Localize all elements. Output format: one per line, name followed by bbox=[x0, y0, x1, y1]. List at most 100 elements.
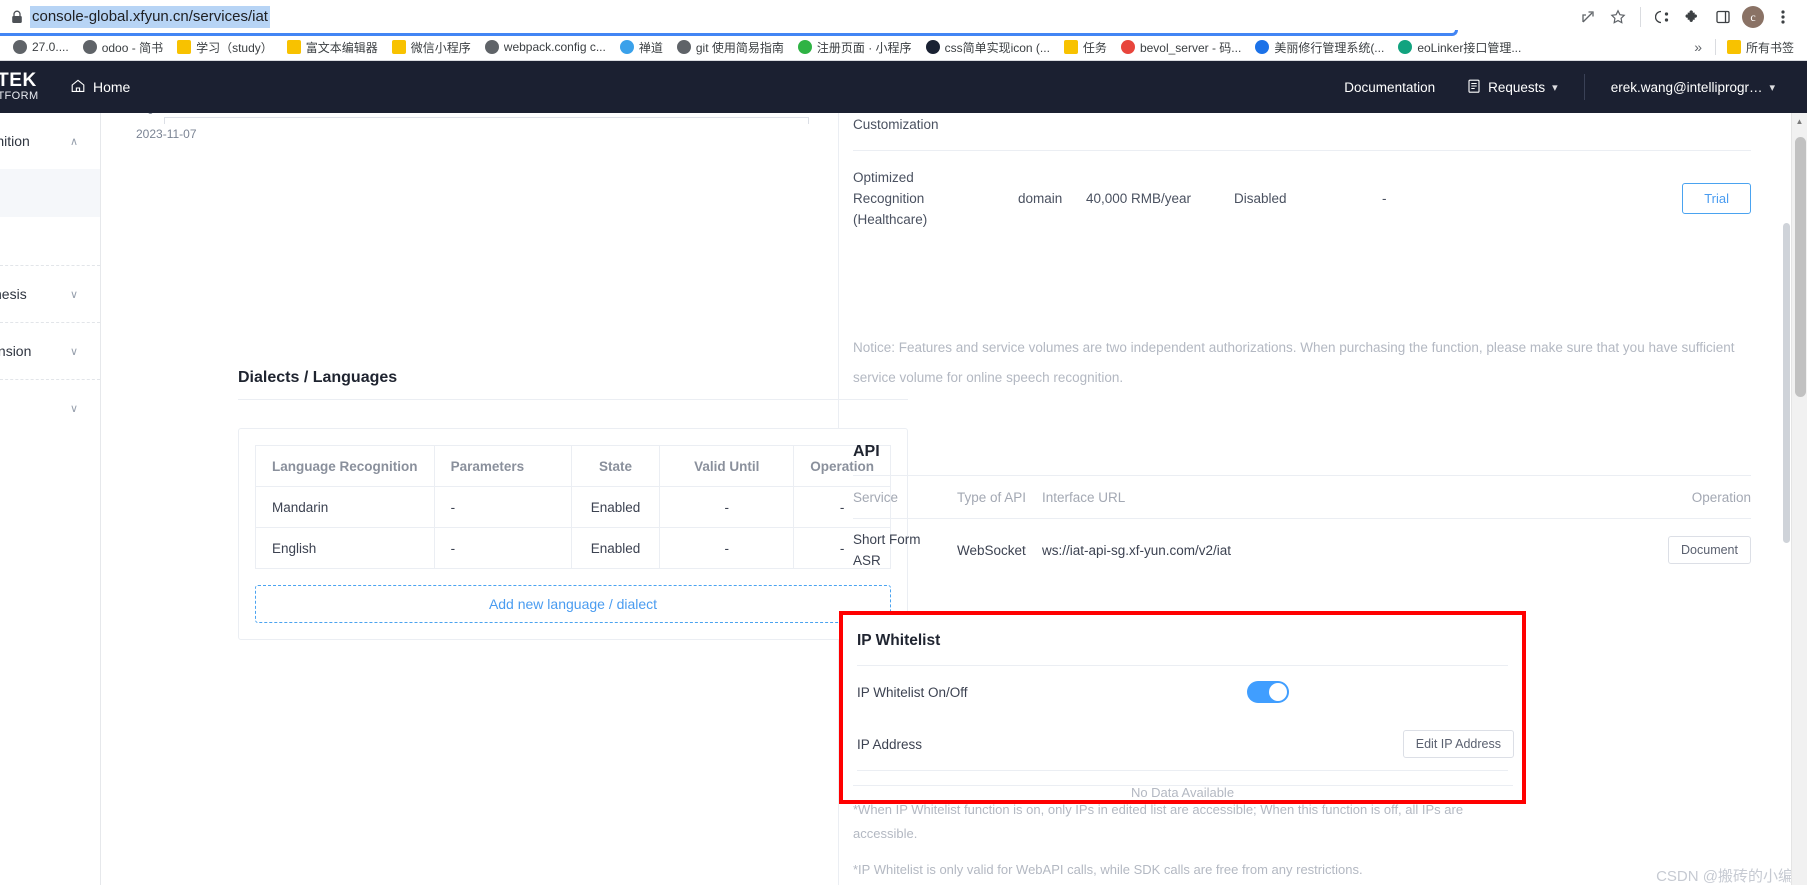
omnibox-actions: c bbox=[1574, 3, 1797, 31]
bookmark-label: 微信小程序 bbox=[410, 40, 471, 55]
bookmark-item[interactable]: eoLinker接口管理... bbox=[1391, 37, 1528, 58]
browser-scrollbar[interactable]: ▲ bbox=[1791, 113, 1807, 885]
inner-scrollbar-thumb[interactable] bbox=[1783, 223, 1790, 543]
address-bar[interactable]: console-global.xfyun.cn/services/iat bbox=[30, 4, 1574, 30]
api-service-line1: Short Form bbox=[853, 532, 921, 547]
feature-name-clipped: Customization bbox=[853, 117, 939, 132]
account-menu[interactable]: erek.wang@intelliprogr… ▾ bbox=[1595, 80, 1791, 95]
sidebar-item-expansion[interactable]: Expansion ∨ bbox=[0, 323, 100, 379]
toggle-knob bbox=[1269, 683, 1287, 701]
dialects-section: Dialects / Languages Language Recognitio… bbox=[238, 369, 908, 664]
dialects-table: Language Recognition Parameters State Va… bbox=[255, 445, 891, 569]
zentao-icon bbox=[619, 40, 634, 54]
bookmarks-overflow-button[interactable]: » bbox=[1685, 37, 1711, 57]
column-state: State bbox=[570, 445, 661, 487]
requests-label: Requests bbox=[1488, 79, 1546, 95]
sidebar-item-sr[interactable]: SR bbox=[0, 217, 100, 265]
bookmark-item[interactable]: 学习（study） bbox=[170, 37, 280, 58]
green-dot-icon bbox=[797, 40, 812, 54]
brand-logo-line2: LATFORM bbox=[0, 90, 39, 103]
ip-whitelist-footnotes: *When IP Whitelist function is on, only … bbox=[853, 785, 1513, 885]
inner-scrollbar[interactable] bbox=[1783, 113, 1790, 885]
add-language-dialect-button[interactable]: Add new language / dialect bbox=[255, 585, 891, 623]
trial-button[interactable]: Trial bbox=[1682, 183, 1751, 214]
extensions-icon[interactable] bbox=[1649, 3, 1677, 31]
cell-parameters: - bbox=[433, 486, 572, 528]
chevron-down-icon: ▾ bbox=[1769, 81, 1775, 94]
cell-language: English bbox=[255, 527, 435, 569]
puzzle-piece-icon[interactable] bbox=[1679, 3, 1707, 31]
bookmark-item[interactable]: 注册页面 · 小程序 bbox=[791, 37, 919, 58]
sidebar-item-n-asr[interactable]: n ASR bbox=[0, 169, 100, 217]
browser-omnibox-bar: console-global.xfyun.cn/services/iat c bbox=[0, 0, 1807, 36]
globe-icon bbox=[82, 40, 97, 54]
chevron-down-icon: ∨ bbox=[69, 288, 78, 301]
bookmark-label: 27.0.... bbox=[32, 40, 69, 54]
sidebar: ecognition ∧ n ASRSR Synthesis ∨ Expansion ∨ ∨ bbox=[0, 113, 101, 885]
bookmark-item[interactable]: 27.0.... bbox=[6, 38, 76, 56]
bookmark-label: 美丽修行管理系统(... bbox=[1274, 40, 1385, 55]
ip-address-actions: Edit IP Address bbox=[1402, 730, 1522, 758]
bookmark-item[interactable]: 微信小程序 bbox=[385, 37, 478, 58]
api-operation: Document bbox=[1668, 536, 1751, 564]
api-url: ws://iat-api-sg.xf-yun.com/v2/iat bbox=[1042, 542, 1232, 558]
sidebar-item-ecognition[interactable]: ecognition ∧ bbox=[0, 113, 100, 169]
app-body: ecognition∧n ASRSRSynthesis∨Expansion∨∨ … bbox=[0, 113, 1807, 885]
feature-name-line2: Recognition bbox=[853, 191, 925, 206]
side-panel-icon[interactable] bbox=[1709, 3, 1737, 31]
document-button[interactable]: Document bbox=[1668, 536, 1751, 564]
teal-dot-icon bbox=[1398, 40, 1413, 54]
share-icon[interactable] bbox=[1574, 3, 1602, 31]
bookmark-label: 禅道 bbox=[638, 40, 663, 55]
avatar[interactable]: c bbox=[1739, 3, 1767, 31]
bookmark-item[interactable]: 美丽修行管理系统(... bbox=[1248, 37, 1391, 58]
bookmark-item[interactable]: webpack.config c... bbox=[478, 38, 613, 56]
add-language-dialect-label: Add new language / dialect bbox=[488, 596, 658, 612]
documentation-link[interactable]: Documentation bbox=[1328, 80, 1451, 95]
bookmark-item[interactable]: css简单实现icon (... bbox=[919, 37, 1057, 58]
sidebar-item-synthesis[interactable]: Synthesis ∨ bbox=[0, 266, 100, 322]
folder-icon bbox=[286, 40, 301, 54]
home-label: Home bbox=[93, 79, 131, 95]
bookmark-item[interactable]: bevol_server - 码... bbox=[1114, 37, 1248, 58]
bookmark-label: odoo - 简书 bbox=[101, 40, 164, 55]
bookmark-label: 任务 bbox=[1082, 40, 1107, 55]
api-column-operation: Operation bbox=[1691, 489, 1751, 505]
sidebar-item-unnamed[interactable]: ∨ bbox=[0, 380, 100, 436]
browser-scrollbar-thumb[interactable] bbox=[1795, 137, 1806, 397]
table-row: Mandarin - Enabled - - bbox=[255, 486, 891, 528]
api-table-header-row: Service Type of API Interface URL Operat… bbox=[839, 476, 1807, 518]
api-service-line2: ASR bbox=[853, 553, 881, 568]
bookmark-item[interactable]: 禅道 bbox=[613, 37, 670, 58]
folder-icon bbox=[1726, 40, 1741, 54]
browser-chrome: console-global.xfyun.cn/services/iat c 2… bbox=[0, 0, 1807, 61]
feature-price: 40,000 RMB/year bbox=[1086, 191, 1192, 206]
bookmark-item[interactable]: odoo - 简书 bbox=[76, 37, 170, 58]
scroll-up-arrow[interactable]: ▲ bbox=[1792, 113, 1807, 129]
column-valid-until: Valid Until bbox=[659, 445, 795, 487]
url-text[interactable]: console-global.xfyun.cn/services/iat bbox=[30, 6, 270, 28]
all-bookmarks-button[interactable]: 所有书签 bbox=[1720, 37, 1801, 58]
feature-name-line1: Optimized bbox=[853, 170, 914, 185]
api-column-service: Service bbox=[853, 489, 899, 505]
ip-whitelist-panel: IP Whitelist IP Whitelist On/Off IP Addr… bbox=[839, 611, 1526, 804]
api-service: Short Form ASR bbox=[853, 529, 957, 571]
chart-x-date-label: 2023-11-07 bbox=[136, 127, 197, 141]
home-link[interactable]: Home bbox=[70, 78, 130, 97]
bookmark-item[interactable]: git 使用简易指南 bbox=[670, 37, 791, 58]
bookmark-item[interactable]: 富文本编辑器 bbox=[280, 37, 385, 58]
features-table: Customization Optimized Recognition (Hea… bbox=[839, 113, 1807, 246]
requests-menu[interactable]: Requests ▾ bbox=[1451, 78, 1574, 97]
sidebar-item-label: Synthesis bbox=[0, 286, 27, 302]
three-dot-menu-icon[interactable] bbox=[1769, 3, 1797, 31]
bookmark-item[interactable]: 任务 bbox=[1057, 37, 1114, 58]
edit-ip-address-button[interactable]: Edit IP Address bbox=[1402, 730, 1514, 758]
cell-valid-until: - bbox=[659, 527, 795, 569]
bookmark-label: 注册页面 · 小程序 bbox=[816, 40, 912, 55]
account-label: erek.wang@intelliprogr… bbox=[1610, 79, 1763, 95]
bookmarks-divider bbox=[1714, 39, 1716, 55]
feature-state: Disabled bbox=[1234, 191, 1287, 206]
ip-whitelist-toggle[interactable] bbox=[1247, 681, 1289, 703]
brand-logo[interactable]: YTEK LATFORM bbox=[0, 71, 48, 102]
star-icon[interactable] bbox=[1604, 3, 1632, 31]
